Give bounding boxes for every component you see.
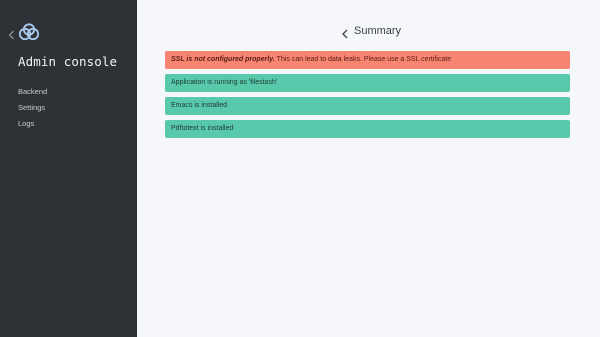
alert-text: Pdftotext is installed [171, 125, 234, 132]
alert-emphasis: SSL is not configured properly. [171, 56, 275, 63]
chevron-left-icon[interactable] [8, 27, 15, 40]
chevron-left-icon[interactable] [342, 26, 348, 39]
summary-header[interactable]: Summary [342, 23, 401, 39]
alert-pdftotext: Pdftotext is installed [165, 120, 570, 138]
sidebar-item-settings[interactable]: Settings [18, 103, 45, 112]
sidebar: Admin console Backend Settings Logs [0, 0, 137, 337]
sidebar-item-logs[interactable]: Logs [18, 119, 34, 128]
cloud-logo-icon [18, 23, 40, 41]
sidebar-item-backend[interactable]: Backend [18, 87, 47, 96]
alert-ssl-error: SSL is not configured properly. This can… [165, 51, 570, 69]
alert-text: Emacs is installed [171, 102, 228, 109]
alert-app-user: Application is running as 'filestash' [165, 74, 570, 92]
alert-text: Application is running as 'filestash' [171, 79, 278, 86]
app-title: Admin console [18, 54, 118, 69]
alert-text: This can lead to data leaks. Please use … [274, 56, 452, 63]
main-content: Summary SSL is not configured properly. … [137, 0, 600, 337]
page-title: Summary [354, 25, 402, 37]
alert-emacs: Emacs is installed [165, 97, 570, 115]
